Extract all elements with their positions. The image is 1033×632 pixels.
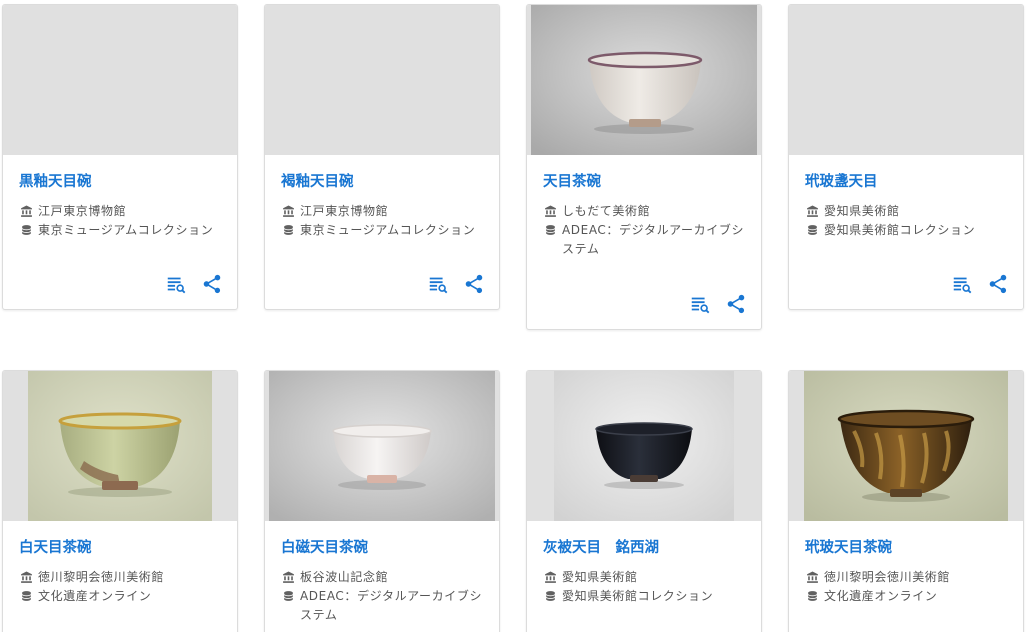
database-row: 文化遺産オンライン <box>805 587 1007 606</box>
card-actions <box>951 273 1009 295</box>
share-icon[interactable] <box>725 293 747 315</box>
institution-row: 愛知県美術館 <box>805 202 1007 221</box>
card-actions <box>165 273 223 295</box>
database-name: 文化遺産オンライン <box>824 589 938 603</box>
database-name: 文化遺産オンライン <box>38 589 152 603</box>
thumbnail-placeholder[interactable] <box>3 5 237 155</box>
database-row: 東京ミュージアムコレクション <box>281 221 483 240</box>
card-title-link[interactable]: 褐釉天目碗 <box>281 172 483 192</box>
artwork-photo <box>269 371 495 521</box>
bank-icon <box>19 568 33 587</box>
institution-row: 徳川黎明会徳川美術館 <box>805 568 1007 587</box>
institution-row: 徳川黎明会徳川美術館 <box>19 568 221 587</box>
institution-name: 江戸東京博物館 <box>300 204 389 218</box>
institution-row: 板谷波山記念館 <box>281 568 483 587</box>
database-name: 東京ミュージアムコレクション <box>38 223 214 237</box>
artwork-photo <box>554 371 734 521</box>
bank-icon <box>543 202 557 221</box>
share-icon[interactable] <box>987 273 1009 295</box>
database-name: ADEAC：デジタルアーカイブシステム <box>562 223 745 256</box>
database-icon <box>281 587 295 606</box>
result-card: 褐釉天目碗 江戸東京博物館 東京ミュージアムコレクション <box>264 4 500 310</box>
result-card: 黒釉天目碗 江戸東京博物館 東京ミュージアムコレクション <box>2 4 238 310</box>
playlist-search-icon[interactable] <box>165 273 187 295</box>
result-card: 白天目茶碗 徳川黎明会徳川美術館 文化遺産オンライン <box>2 370 238 632</box>
database-name: 東京ミュージアムコレクション <box>300 223 476 237</box>
bank-icon <box>281 202 295 221</box>
database-name: ADEAC：デジタルアーカイブシステム <box>300 589 483 622</box>
database-icon <box>543 587 557 606</box>
institution-row: 江戸東京博物館 <box>19 202 221 221</box>
playlist-search-icon[interactable] <box>689 293 711 315</box>
database-row: ADEAC：デジタルアーカイブシステム <box>281 587 483 625</box>
share-icon[interactable] <box>201 273 223 295</box>
card-title-link[interactable]: 玳玻盞天目 <box>805 172 1007 192</box>
result-card: 天目茶碗 しもだて美術館 ADEAC：デジタルアーカイブシステム <box>526 4 762 330</box>
database-icon <box>543 221 557 240</box>
institution-name: 愛知県美術館 <box>562 570 638 584</box>
database-icon <box>281 221 295 240</box>
database-name: 愛知県美術館コレクション <box>824 223 976 237</box>
result-card: 玳玻天目茶碗 徳川黎明会徳川美術館 文化遺産オンライン <box>788 370 1024 632</box>
database-row: 愛知県美術館コレクション <box>543 587 745 606</box>
bank-icon <box>805 202 819 221</box>
database-row: 文化遺産オンライン <box>19 587 221 606</box>
institution-name: しもだて美術館 <box>562 204 651 218</box>
institution-row: 江戸東京博物館 <box>281 202 483 221</box>
card-title-link[interactable]: 白天目茶碗 <box>19 538 221 558</box>
database-icon <box>805 221 819 240</box>
artwork-photo <box>28 371 212 521</box>
database-icon <box>19 221 33 240</box>
artwork-photo <box>804 371 1008 521</box>
institution-row: しもだて美術館 <box>543 202 745 221</box>
database-icon <box>19 587 33 606</box>
playlist-search-icon[interactable] <box>427 273 449 295</box>
institution-name: 徳川黎明会徳川美術館 <box>38 570 165 584</box>
thumbnail[interactable] <box>265 371 499 521</box>
thumbnail-placeholder[interactable] <box>265 5 499 155</box>
card-title-link[interactable]: 玳玻天目茶碗 <box>805 538 1007 558</box>
thumbnail-placeholder[interactable] <box>789 5 1023 155</box>
institution-name: 徳川黎明会徳川美術館 <box>824 570 951 584</box>
card-title-link[interactable]: 白磁天目茶碗 <box>281 538 483 558</box>
result-card: 灰被天目 銘西湖 愛知県美術館 愛知県美術館コレクション <box>526 370 762 632</box>
database-icon <box>805 587 819 606</box>
database-row: 東京ミュージアムコレクション <box>19 221 221 240</box>
result-card: 白磁天目茶碗 板谷波山記念館 ADEAC：デジタルアーカイブシステム <box>264 370 500 632</box>
institution-name: 江戸東京博物館 <box>38 204 127 218</box>
artwork-photo <box>531 5 757 155</box>
institution-row: 愛知県美術館 <box>543 568 745 587</box>
share-icon[interactable] <box>463 273 485 295</box>
result-card: 玳玻盞天目 愛知県美術館 愛知県美術館コレクション <box>788 4 1024 310</box>
database-row: ADEAC：デジタルアーカイブシステム <box>543 221 745 259</box>
database-row: 愛知県美術館コレクション <box>805 221 1007 240</box>
bank-icon <box>543 568 557 587</box>
bank-icon <box>19 202 33 221</box>
thumbnail[interactable] <box>527 371 761 521</box>
card-actions <box>689 293 747 315</box>
card-title-link[interactable]: 灰被天目 銘西湖 <box>543 538 745 558</box>
card-title-link[interactable]: 黒釉天目碗 <box>19 172 221 192</box>
card-title-link[interactable]: 天目茶碗 <box>543 172 745 192</box>
thumbnail[interactable] <box>789 371 1023 521</box>
institution-name: 愛知県美術館 <box>824 204 900 218</box>
thumbnail[interactable] <box>3 371 237 521</box>
database-name: 愛知県美術館コレクション <box>562 589 714 603</box>
institution-name: 板谷波山記念館 <box>300 570 389 584</box>
bank-icon <box>805 568 819 587</box>
results-grid: 黒釉天目碗 江戸東京博物館 東京ミュージアムコレクション 褐釉天目碗 江戸東京博… <box>0 0 1033 632</box>
thumbnail[interactable] <box>527 5 761 155</box>
card-actions <box>427 273 485 295</box>
playlist-search-icon[interactable] <box>951 273 973 295</box>
bank-icon <box>281 568 295 587</box>
